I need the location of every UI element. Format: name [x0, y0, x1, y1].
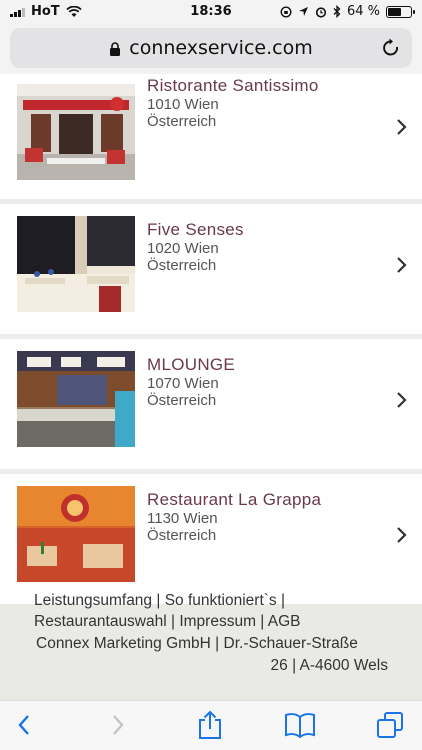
restaurant-country: Österreich [147, 257, 217, 274]
restaurant-card[interactable]: Ristorante Santissimo 1010 Wien Österrei… [0, 74, 422, 204]
restaurant-info: Five Senses 1020 Wien Österreich [147, 220, 244, 274]
restaurant-info: Ristorante Santissimo 1010 Wien Österrei… [147, 76, 319, 130]
restaurant-city: 1130 Wien [147, 510, 218, 527]
chevron-right-icon [397, 119, 407, 135]
rotation-lock-icon [280, 5, 292, 18]
bookmarks-button[interactable] [284, 709, 316, 741]
restaurant-country: Österreich [147, 392, 217, 409]
restaurant-country: Österreich [147, 527, 217, 544]
restaurant-city: 1070 Wien [147, 375, 219, 392]
address-bar[interactable]: connexservice.com [10, 28, 412, 68]
page-footer: Leistungsumfang | So funktioniert`s | Re… [0, 592, 422, 700]
restaurant-list: Ristorante Santissimo 1010 Wien Österrei… [0, 74, 422, 604]
back-icon [18, 715, 29, 735]
footer-company: Connex Marketing GmbH | Dr.-Schauer-Stra… [36, 635, 358, 652]
restaurant-card[interactable]: Restaurant La Grappa 1130 Wien Österreic… [0, 469, 422, 604]
restaurant-country: Österreich [147, 113, 217, 130]
tabs-icon [377, 712, 403, 738]
bluetooth-icon [333, 5, 341, 18]
restaurant-card[interactable]: Five Senses 1020 Wien Österreich [0, 199, 422, 329]
restaurant-photo [17, 84, 135, 180]
chevron-right-icon [397, 392, 407, 408]
battery-percent: 64 % [346, 4, 380, 19]
restaurant-name: Five Senses [147, 220, 244, 239]
reload-icon[interactable] [380, 37, 402, 59]
url-text: connexservice.com [129, 37, 313, 59]
lock-icon [110, 42, 121, 56]
restaurant-city: 1010 Wien [147, 96, 219, 113]
tabs-button[interactable] [374, 709, 406, 741]
location-icon [298, 7, 308, 16]
status-right: 64 % [280, 4, 415, 19]
bookmarks-icon [285, 713, 315, 738]
chevron-right-icon [397, 257, 407, 273]
restaurant-photo [17, 216, 135, 312]
share-button[interactable] [194, 709, 226, 741]
status-bar: HoT 18:36 64 % [0, 0, 422, 24]
forward-button[interactable] [102, 709, 134, 741]
restaurant-photo [17, 486, 135, 582]
browser-header: connexservice.com [0, 24, 422, 74]
restaurant-photo [17, 351, 135, 447]
restaurant-info: Restaurant La Grappa 1130 Wien Österreic… [147, 490, 321, 544]
alarm-icon [315, 6, 327, 18]
forward-icon [113, 715, 124, 735]
chevron-right-icon [397, 527, 407, 543]
share-icon [199, 710, 221, 739]
footer-links-line-1[interactable]: Leistungsumfang | So funktioniert`s | [34, 592, 285, 610]
restaurant-city: 1020 Wien [147, 240, 219, 257]
battery-icon [386, 5, 415, 18]
restaurant-info: MLOUNGE 1070 Wien Österreich [147, 355, 235, 409]
restaurant-name: MLOUNGE [147, 355, 236, 374]
restaurant-name: Restaurant La Grappa [147, 490, 322, 509]
browser-toolbar [0, 700, 422, 750]
footer-links-line-2[interactable]: Restaurantauswahl | Impressum | AGB [34, 613, 301, 631]
back-button[interactable] [8, 709, 40, 741]
battery-level [388, 7, 402, 16]
restaurant-name: Ristorante Santissimo [147, 76, 319, 95]
footer-address: 26 | A-4600 Wels [270, 657, 388, 674]
restaurant-card[interactable]: MLOUNGE 1070 Wien Österreich [0, 334, 422, 464]
